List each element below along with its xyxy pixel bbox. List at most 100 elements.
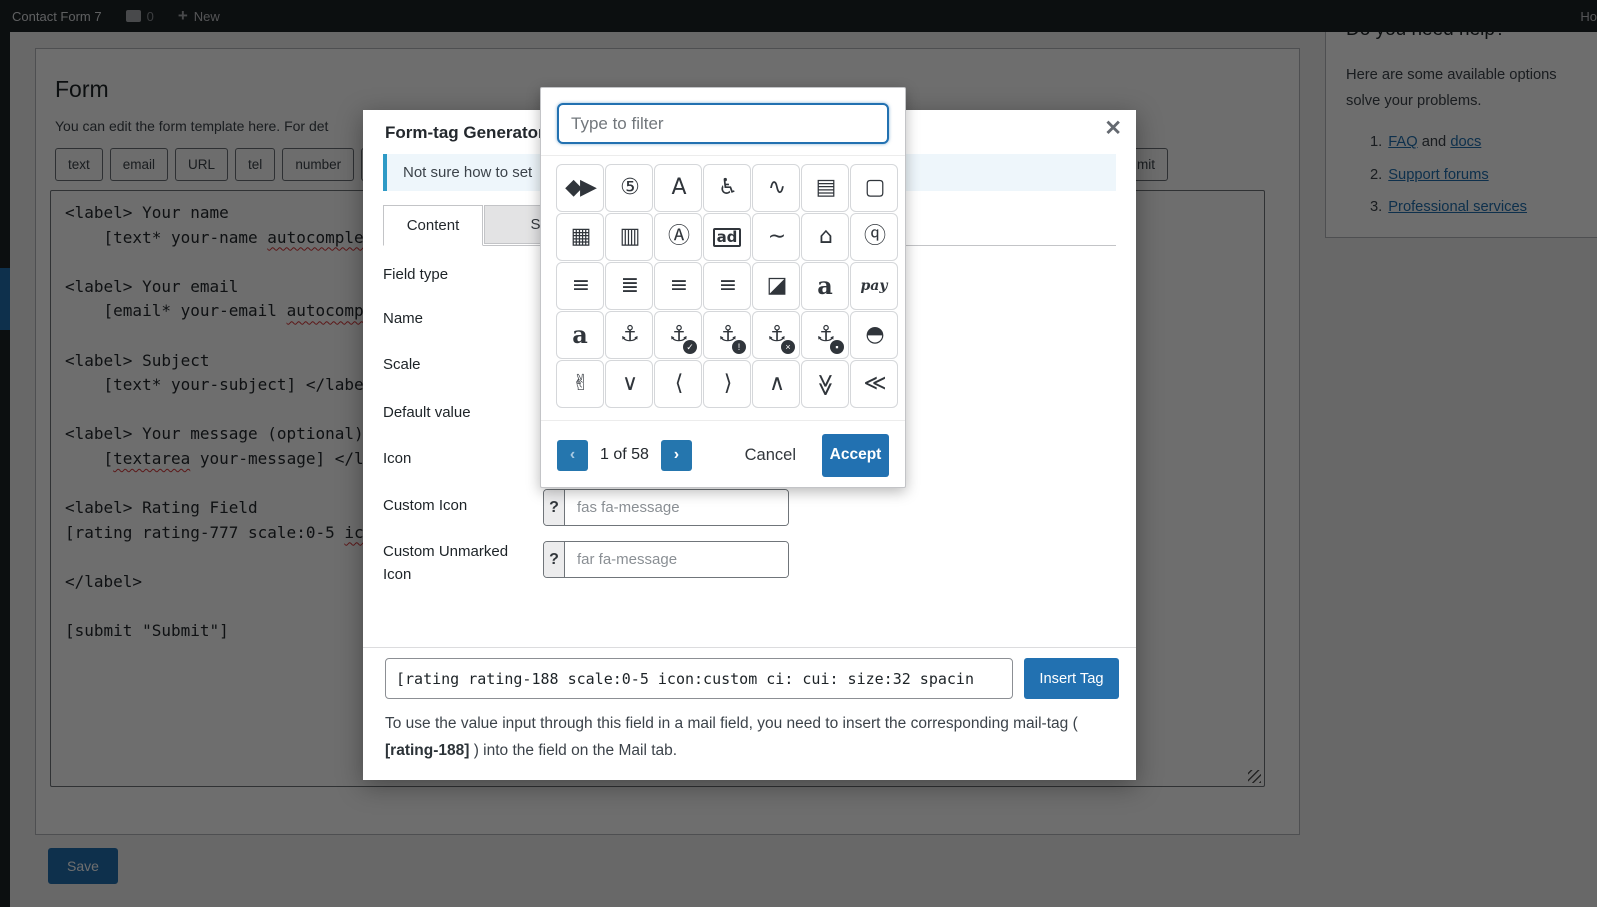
fa-adn-icon[interactable]: Ⓐ bbox=[654, 213, 702, 261]
fa-adversal-icon[interactable]: ∼ bbox=[752, 213, 800, 261]
icon-glyph: ♿ bbox=[718, 175, 738, 200]
fa-500px-icon[interactable]: ⑤ bbox=[605, 164, 653, 212]
page-indicator: 1 of 58 bbox=[600, 446, 649, 463]
icon-picker-footer: ‹ 1 of 58 › Cancel Accept bbox=[557, 426, 889, 484]
fa-airbnb-icon[interactable]: ⌂ bbox=[801, 213, 849, 261]
tab-content[interactable]: Content bbox=[383, 205, 483, 246]
custom-unmarked-icon-field: ? bbox=[543, 541, 789, 578]
icon-glyph: ◆▶ bbox=[565, 175, 597, 200]
icon-glyph: ∨ bbox=[621, 371, 638, 396]
label-custom-icon: Custom Icon bbox=[383, 497, 468, 514]
fa-angle-down-icon[interactable]: ∨ bbox=[605, 360, 653, 408]
fa-a-icon[interactable]: A bbox=[654, 164, 702, 212]
fa-anchor-lock-icon[interactable]: ⚓ ▪ bbox=[801, 311, 849, 359]
insert-tag-button[interactable]: Insert Tag bbox=[1024, 658, 1119, 699]
mailtag-code: [rating-188] bbox=[385, 742, 470, 759]
fa-angles-left-icon[interactable]: ≪ bbox=[850, 360, 898, 408]
fa-android-icon[interactable]: ◓ bbox=[850, 311, 898, 359]
icon-glyph: ≪ bbox=[863, 371, 886, 396]
custom-icon-input[interactable] bbox=[565, 490, 788, 525]
fa-align-center-icon[interactable]: ≡ bbox=[556, 262, 604, 310]
fa-amilia-icon[interactable]: a bbox=[556, 311, 604, 359]
fa-angle-right-icon[interactable]: ⟩ bbox=[703, 360, 751, 408]
fa-address-card-regular-icon[interactable]: ▥ bbox=[605, 213, 653, 261]
icon-badge: ! bbox=[732, 340, 746, 354]
icon-filter-input[interactable] bbox=[557, 103, 889, 144]
next-page-button[interactable]: › bbox=[660, 439, 692, 471]
icon-glyph: ⌂ bbox=[819, 224, 833, 249]
mailtag-pre: To use the value input through this fiel… bbox=[385, 715, 1078, 732]
icon-glyph: ∿ bbox=[767, 175, 786, 200]
fa-align-left-icon[interactable]: ≡ bbox=[654, 262, 702, 310]
mailtag-post: ) into the field on the Mail tab. bbox=[469, 742, 678, 759]
icon-glyph: ⟩ bbox=[723, 371, 732, 396]
fa-angle-up-icon[interactable]: ∧ bbox=[752, 360, 800, 408]
label-field-type: Field type bbox=[383, 266, 449, 283]
icon-glyph: ≡ bbox=[718, 273, 737, 298]
icon-glyph: a bbox=[817, 271, 833, 300]
fa-address-card-solid-icon[interactable]: ▦ bbox=[556, 213, 604, 261]
fa-angle-left-icon[interactable]: ⟨ bbox=[654, 360, 702, 408]
fa-angellist-icon[interactable]: ✌ bbox=[556, 360, 604, 408]
icon-glyph: ⚓ bbox=[620, 322, 640, 347]
icon-glyph: ▥ bbox=[619, 224, 641, 249]
fa-rectangle-ad-icon[interactable]: ad bbox=[703, 213, 751, 261]
screenshot-root: Contact Form 7 0 + New Ho Form You can e… bbox=[0, 0, 1597, 907]
icon-glyph: ≡ bbox=[571, 273, 590, 298]
icon-glyph: ◪ bbox=[766, 273, 788, 298]
icon-glyph: ✌ bbox=[571, 371, 590, 396]
generated-tag-input[interactable] bbox=[385, 658, 1013, 699]
icon-glyph: ∼ bbox=[767, 224, 786, 249]
icon-glyph: ad bbox=[712, 227, 742, 247]
fa-amazon-pay-icon[interactable]: pay bbox=[850, 262, 898, 310]
icon-grid: ◆▶ ⑤ A ♿ ∿ ▤ ▢ ▦ ▥ Ⓐad ∼ ⌂ ⓠ ≡ ≣ ≡ ≡ ◪ a pay a ⚓ ⚓ ✓ ⚓! ⚓ × ⚓ ▪ ◓ ✌ ∨ ⟨ ⟩… bbox=[556, 164, 898, 408]
icon-glyph: a bbox=[572, 320, 588, 349]
label-icon: Icon bbox=[383, 450, 412, 467]
icon-glyph: ∧ bbox=[768, 371, 785, 396]
icon-glyph: ▢ bbox=[864, 175, 886, 200]
fa-anchor-icon[interactable]: ⚓ bbox=[605, 311, 653, 359]
custom-icon-help-button[interactable]: ? bbox=[544, 490, 565, 525]
custom-unmarked-icon-input[interactable] bbox=[565, 542, 788, 577]
fa-alipay-icon[interactable]: ◪ bbox=[752, 262, 800, 310]
icon-glyph: ≫ bbox=[813, 373, 838, 395]
close-icon[interactable]: ✕ bbox=[1104, 118, 1122, 139]
icon-glyph: Ⓐ bbox=[667, 224, 690, 249]
fa-address-book-solid-icon[interactable]: ▤ bbox=[801, 164, 849, 212]
prev-page-button[interactable]: ‹ bbox=[557, 439, 588, 471]
fa-42-group-icon[interactable]: ◆▶ bbox=[556, 164, 604, 212]
icon-badge: × bbox=[781, 340, 795, 354]
fa-anchor-circle-exclamation-icon[interactable]: ⚓! bbox=[703, 311, 751, 359]
fa-accusoft-icon[interactable]: ∿ bbox=[752, 164, 800, 212]
fa-algolia-icon[interactable]: ⓠ bbox=[850, 213, 898, 261]
custom-icon-field: ? bbox=[543, 489, 789, 526]
icon-glyph: ≣ bbox=[620, 273, 639, 298]
icon-badge: ✓ bbox=[683, 340, 697, 354]
fa-align-right-icon[interactable]: ≡ bbox=[703, 262, 751, 310]
popup-divider-top bbox=[541, 155, 905, 156]
icon-glyph: ▤ bbox=[815, 175, 837, 200]
label-default-value: Default value bbox=[383, 404, 471, 421]
label-scale: Scale bbox=[383, 356, 421, 373]
custom-unmarked-icon-help-button[interactable]: ? bbox=[544, 542, 565, 577]
icon-glyph: ◓ bbox=[865, 322, 884, 347]
icon-glyph: A bbox=[671, 175, 686, 200]
cancel-button[interactable]: Cancel bbox=[745, 446, 796, 465]
label-custom-unmarked-icon: Custom Unmarked Icon bbox=[383, 543, 509, 584]
icon-glyph: ≡ bbox=[669, 273, 688, 298]
fa-angles-down-icon[interactable]: ≫ bbox=[801, 360, 849, 408]
mailtag-help-text: To use the value input through this fiel… bbox=[385, 710, 1117, 764]
icon-glyph: ⑤ bbox=[620, 175, 640, 200]
fa-address-book-regular-icon[interactable]: ▢ bbox=[850, 164, 898, 212]
modal-footer-divider bbox=[363, 647, 1136, 648]
accept-button[interactable]: Accept bbox=[822, 433, 889, 477]
icon-glyph: ⟨ bbox=[674, 371, 683, 396]
fa-amazon-icon[interactable]: a bbox=[801, 262, 849, 310]
icon-glyph: ⓠ bbox=[863, 224, 886, 249]
fa-align-justify-icon[interactable]: ≣ bbox=[605, 262, 653, 310]
label-name: Name bbox=[383, 310, 424, 327]
fa-anchor-circle-check-icon[interactable]: ⚓ ✓ bbox=[654, 311, 702, 359]
icon-picker-popup: ◆▶ ⑤ A ♿ ∿ ▤ ▢ ▦ ▥ Ⓐad ∼ ⌂ ⓠ ≡ ≣ ≡ ≡ ◪ a pay a ⚓ ⚓✓⚓!⚓×⚓▪ ◓ ✌ ∨ ⟨ ⟩… bbox=[540, 87, 906, 488]
fa-accessible-icon[interactable]: ♿ bbox=[703, 164, 751, 212]
fa-anchor-circle-xmark-icon[interactable]: ⚓ × bbox=[752, 311, 800, 359]
